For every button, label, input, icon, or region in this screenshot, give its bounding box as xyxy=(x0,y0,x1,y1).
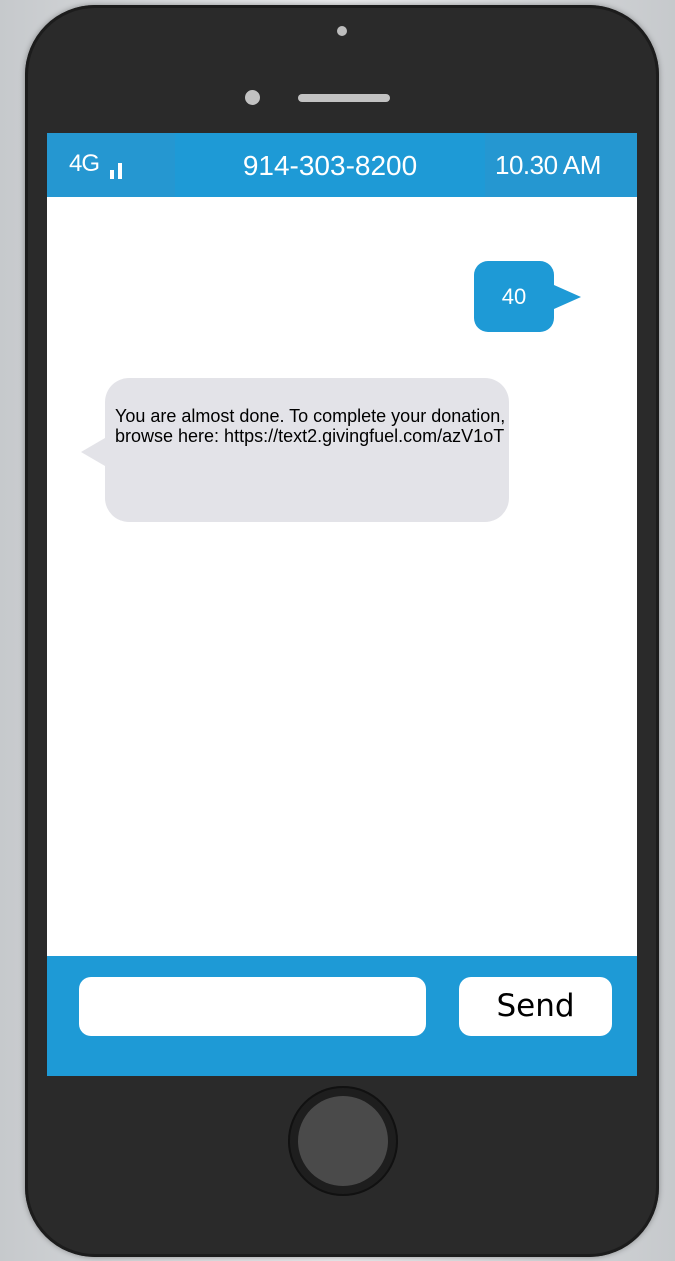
earpiece-dot xyxy=(337,26,347,36)
incoming-message: You are almost done. To complete your do… xyxy=(81,378,511,522)
compose-bar: Send xyxy=(47,956,637,1076)
message-input[interactable] xyxy=(79,977,426,1036)
clock-area: 10.30 AM xyxy=(485,133,637,197)
home-button-icon xyxy=(298,1096,388,1186)
speaker-slot xyxy=(298,94,390,102)
incoming-message-text[interactable]: You are almost done. To complete your do… xyxy=(115,406,511,446)
clock-time: 10.30 AM xyxy=(495,150,601,180)
phone-screen: 4G 914-303-8200 10.30 AM 40 You are almo… xyxy=(47,133,637,1076)
network-label: 4G xyxy=(69,150,100,177)
send-button[interactable]: Send xyxy=(459,977,612,1036)
contact-number: 914-303-8200 xyxy=(242,150,418,181)
outgoing-message: 40 xyxy=(474,261,581,332)
phone-frame: 4G 914-303-8200 10.30 AM 40 You are almo… xyxy=(25,5,659,1257)
home-button[interactable] xyxy=(288,1086,398,1196)
status-bar: 4G 914-303-8200 10.30 AM xyxy=(47,133,637,197)
network-indicator: 4G xyxy=(47,133,175,197)
front-camera-icon xyxy=(245,90,260,105)
signal-bars-icon xyxy=(110,159,132,179)
